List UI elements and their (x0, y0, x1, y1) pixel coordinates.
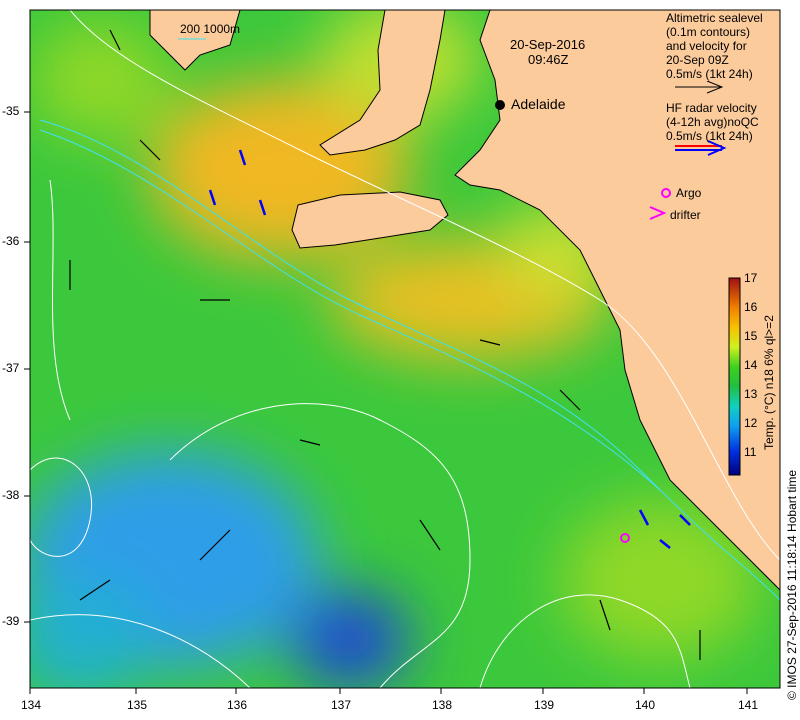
colorbar (728, 277, 741, 476)
drifter-legend-label: drifter (670, 208, 701, 222)
colorbar-tick: 14 (744, 358, 758, 372)
credit-text: © IMOS 27-Sep-2016 11:18:14 Hobart time (785, 469, 799, 700)
sst-map: 200 1000m 20-Sep-2016 09:46Z Adelaide Al… (0, 0, 800, 720)
y-tick-label: -38 (2, 488, 20, 502)
y-tick-label: -37 (2, 361, 20, 375)
x-tick-label: 138 (432, 698, 453, 712)
date-label: 20-Sep-2016 (510, 37, 586, 52)
altimetry-legend: Altimetric sealevel (0.1m contours) and … (666, 11, 763, 81)
scale-label: 200 1000m (180, 22, 241, 36)
legend-line: (4-12h avg)noQC (666, 115, 759, 129)
x-tick-label: 137 (331, 698, 352, 712)
x-tick-label: 136 (227, 698, 248, 712)
legend-line: and velocity for (666, 39, 747, 53)
x-tick-label: 140 (635, 698, 656, 712)
x-tick-label: 141 (738, 698, 759, 712)
adelaide-marker (495, 100, 505, 110)
legend-line: 20-Sep 09Z (666, 53, 729, 67)
colorbar-tick: 15 (744, 329, 758, 343)
time-label: 09:46Z (528, 52, 569, 67)
colorbar-tick: 12 (744, 416, 758, 430)
colorbar-tick: 17 (744, 271, 758, 285)
x-tick-label: 134 (21, 698, 42, 712)
x-tick-label: 135 (127, 698, 148, 712)
legend-line: Altimetric sealevel (666, 11, 763, 25)
legend-line: 0.5m/s (1kt 24h) (666, 129, 753, 143)
legend-line: (0.1m contours) (666, 25, 751, 39)
colorbar-label: Temp. (°C) n18 6% ql>=2 (762, 315, 776, 450)
argo-legend-label: Argo (676, 186, 702, 200)
colorbar-tick: 13 (744, 387, 758, 401)
y-tick-label: -36 (2, 234, 20, 248)
y-tick-label: -35 (2, 104, 20, 118)
legend-line: 0.5m/s (1kt 24h) (666, 67, 753, 81)
colorbar-tick: 16 (744, 300, 758, 314)
y-tick-label: -39 (2, 614, 20, 628)
city-label: Adelaide (511, 96, 566, 112)
legend-line: HF radar velocity (666, 101, 757, 115)
x-tick-label: 139 (534, 698, 555, 712)
colorbar-tick: 11 (744, 445, 757, 459)
hf-legend: HF radar velocity (4-12h avg)noQC 0.5m/s… (666, 101, 759, 143)
